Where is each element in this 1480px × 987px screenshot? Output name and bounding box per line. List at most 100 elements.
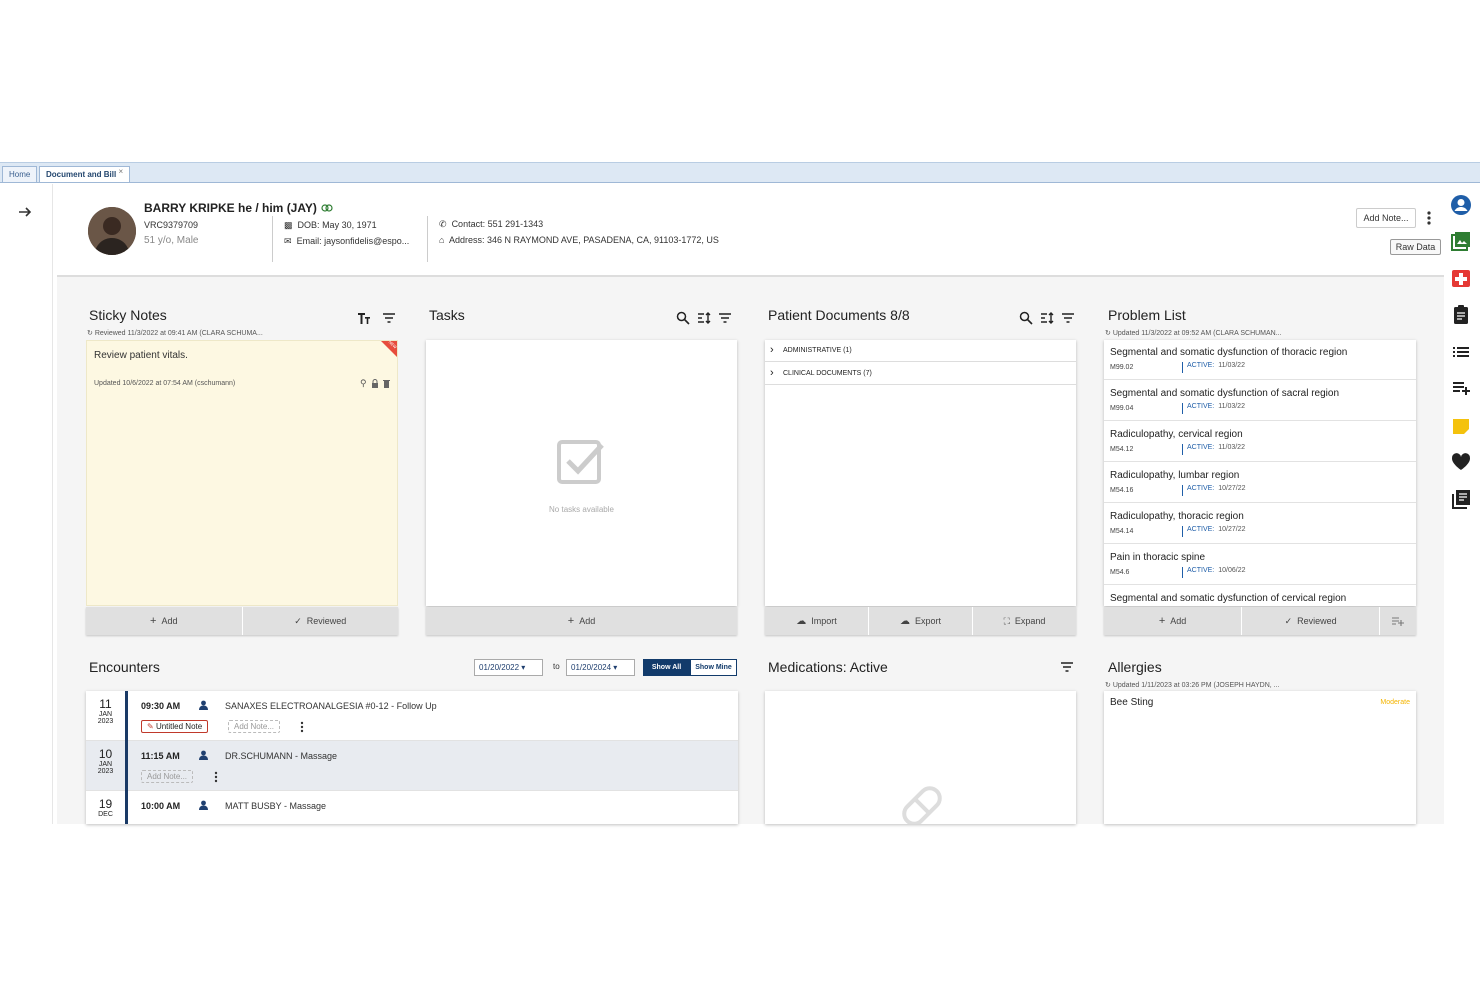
add-note-chip[interactable]: Add Note...: [141, 770, 194, 783]
add-note-button[interactable]: Add Note...: [1356, 208, 1416, 228]
note-title: Untitled Note: [155, 722, 203, 731]
library-books-icon[interactable]: [1450, 488, 1472, 510]
playlist-add-button[interactable]: [1380, 607, 1416, 635]
expand-arrow-icon[interactable]: [17, 204, 33, 220]
import-label: Import: [811, 616, 837, 626]
text-size-icon[interactable]: [357, 311, 371, 325]
account-icon[interactable]: [1450, 194, 1472, 216]
add-label: Add: [161, 616, 178, 626]
contact-value[interactable]: 551 291-1343: [488, 219, 544, 229]
email-value[interactable]: jaysonfidelis@espo...: [324, 236, 409, 246]
import-button[interactable]: ☁ Import: [765, 607, 869, 635]
heart-icon[interactable]: [1450, 451, 1472, 473]
list-icon[interactable]: [1450, 341, 1472, 363]
date-from-picker[interactable]: 01/20/2022 ▾: [474, 659, 543, 676]
encounter-row[interactable]: 19 DEC 10:00 AM MATT BUSBY - Massage: [86, 791, 738, 824]
add-problem-button[interactable]: + Add: [1104, 607, 1243, 635]
add-task-button[interactable]: + Add: [426, 607, 737, 635]
export-button[interactable]: ☁ Export: [869, 607, 973, 635]
sticky-note-text: Review patient vitals.: [94, 350, 188, 361]
sticky-notes-reviewed-text: Reviewed 11/3/2022 at 09:41 AM (CLARA SC…: [94, 330, 263, 337]
tab-document-and-bill[interactable]: Document and Bill ×: [39, 166, 131, 182]
filter-icon[interactable]: [718, 311, 732, 325]
problem-list-card: Segmental and somatic dysfunction of tho…: [1104, 340, 1416, 606]
problem-item[interactable]: Segmental and somatic dysfunction of cer…: [1104, 586, 1416, 606]
problem-item[interactable]: Radiculopathy, cervical region M54.12 ACTI…: [1104, 422, 1416, 462]
status-label: ACTIVE:: [1187, 526, 1215, 533]
problem-item[interactable]: Segmental and somatic dysfunction of sac…: [1104, 381, 1416, 421]
add-note-chip[interactable]: Add Note...: [228, 720, 281, 733]
allergies-updated: ↻ Updated 1/11/2023 at 03:26 PM (JOSEPH …: [1105, 681, 1280, 689]
reviewed-problems-button[interactable]: ✓ Reviewed: [1242, 607, 1381, 635]
lock-icon[interactable]: [371, 379, 379, 388]
raw-data-button[interactable]: Raw Data: [1390, 239, 1441, 255]
show-mine-toggle[interactable]: Show Mine: [690, 659, 737, 676]
encounter-date: 11 JAN 2023: [86, 691, 128, 741]
more-vertical-icon[interactable]: [1423, 210, 1435, 226]
expand-button[interactable]: ⛶ Expand: [973, 607, 1076, 635]
sort-icon[interactable]: [1040, 311, 1054, 325]
problem-item[interactable]: Radiculopathy, thoracic region M54.14 ACTI…: [1104, 504, 1416, 544]
edit-icon: ✎: [147, 722, 154, 731]
more-vertical-icon[interactable]: [213, 771, 219, 783]
problem-date: 11/03/22: [1218, 403, 1245, 410]
filter-icon[interactable]: [1061, 311, 1075, 325]
status-label: ACTIVE:: [1187, 403, 1215, 410]
folder-label: ADMINISTRATIVE (1): [783, 347, 852, 354]
show-all-toggle[interactable]: Show All: [643, 659, 690, 676]
pin-icon[interactable]: ⚲: [360, 378, 367, 389]
date-to-picker[interactable]: 01/20/2024 ▾: [566, 659, 635, 676]
problem-item[interactable]: Pain in thoracic spine M54.6 ACTIVE: 10/06/…: [1104, 545, 1416, 585]
encounter-day: 10: [98, 747, 113, 761]
close-icon[interactable]: ×: [118, 167, 123, 176]
sticky-note[interactable]: Review patient vitals. Updated 10/6/2022…: [86, 339, 398, 606]
problem-item[interactable]: Radiculopathy, lumbar region M54.16 ACTIVE…: [1104, 463, 1416, 503]
tasks-footer: + Add: [426, 607, 737, 635]
sticky-note-icon[interactable]: [1450, 415, 1472, 437]
playlist-add-icon[interactable]: [1450, 377, 1472, 399]
encounter-date: 19 DEC: [86, 791, 128, 824]
address-label: Address:: [448, 235, 485, 245]
problem-date: 10/06/22: [1218, 567, 1246, 574]
untitled-note-chip[interactable]: ✎ Untitled Note: [141, 720, 209, 733]
contact-row: ✆ Contact: 551 291-1343: [439, 219, 543, 230]
encounter-row[interactable]: 10 JAN 2023 11:15 AM DR.SCHUMANN - Massage…: [86, 741, 738, 791]
problem-status: ACTIVE: 10/06/22: [1182, 567, 1245, 578]
search-icon[interactable]: [1019, 311, 1033, 325]
encounter-row[interactable]: 11 JAN 2023 09:30 AM SANAXES ELECTROANALGE…: [86, 691, 738, 741]
cake-icon: ▩: [284, 220, 293, 230]
filter-icon[interactable]: [382, 311, 396, 325]
encounter-year: 2023: [97, 718, 114, 725]
tab-bar: Home Document and Bill ×: [0, 162, 1480, 183]
delete-icon[interactable]: [383, 379, 390, 388]
problem-title: Segmental and somatic dysfunction of sac…: [1110, 388, 1340, 399]
filter-icon[interactable]: [1060, 660, 1074, 674]
tab-home[interactable]: Home: [2, 166, 38, 182]
sort-icon[interactable]: [697, 311, 711, 325]
patient-id: VRC9379709: [144, 220, 199, 230]
caret-down-icon: ▾: [613, 663, 618, 672]
add-icon: +: [150, 615, 157, 627]
address-value: 346 N RAYMOND AVE, PASADENA, CA, 91103-1…: [487, 235, 719, 245]
right-rail: [1444, 184, 1480, 824]
divider: [272, 216, 273, 262]
problem-list-title: Problem List: [1108, 307, 1186, 323]
problem-date: 10/27/22: [1218, 485, 1246, 492]
add-sticky-note-button[interactable]: + Add: [86, 607, 243, 635]
sticky-notes-title: Sticky Notes: [89, 307, 167, 323]
medical-cross-icon[interactable]: [1450, 267, 1472, 289]
encounter-month: DEC: [98, 811, 113, 818]
search-icon[interactable]: [676, 311, 690, 325]
patient-documents-footer: ☁ Import ☁ Export ⛶ Expand: [765, 607, 1076, 635]
reviewed-sticky-notes-button[interactable]: ✓ Reviewed: [243, 607, 399, 635]
photo-library-icon[interactable]: [1450, 230, 1472, 252]
person-icon: [199, 750, 208, 760]
folder-administrative[interactable]: › ADMINISTRATIVE (1): [765, 340, 1076, 362]
problem-list-updated: ↻ Updated 11/3/2022 at 09:52 AM (CLARA S…: [1105, 329, 1282, 337]
more-vertical-icon[interactable]: [299, 721, 305, 733]
problem-item[interactable]: Segmental and somatic dysfunction of tho…: [1104, 340, 1416, 380]
folder-clinical-documents[interactable]: › CLINICAL DOCUMENTS (7): [765, 363, 1076, 385]
clipboard-icon[interactable]: [1450, 303, 1472, 325]
divider: [427, 216, 428, 262]
allergy-item[interactable]: Bee Sting Moderate: [1104, 691, 1416, 715]
